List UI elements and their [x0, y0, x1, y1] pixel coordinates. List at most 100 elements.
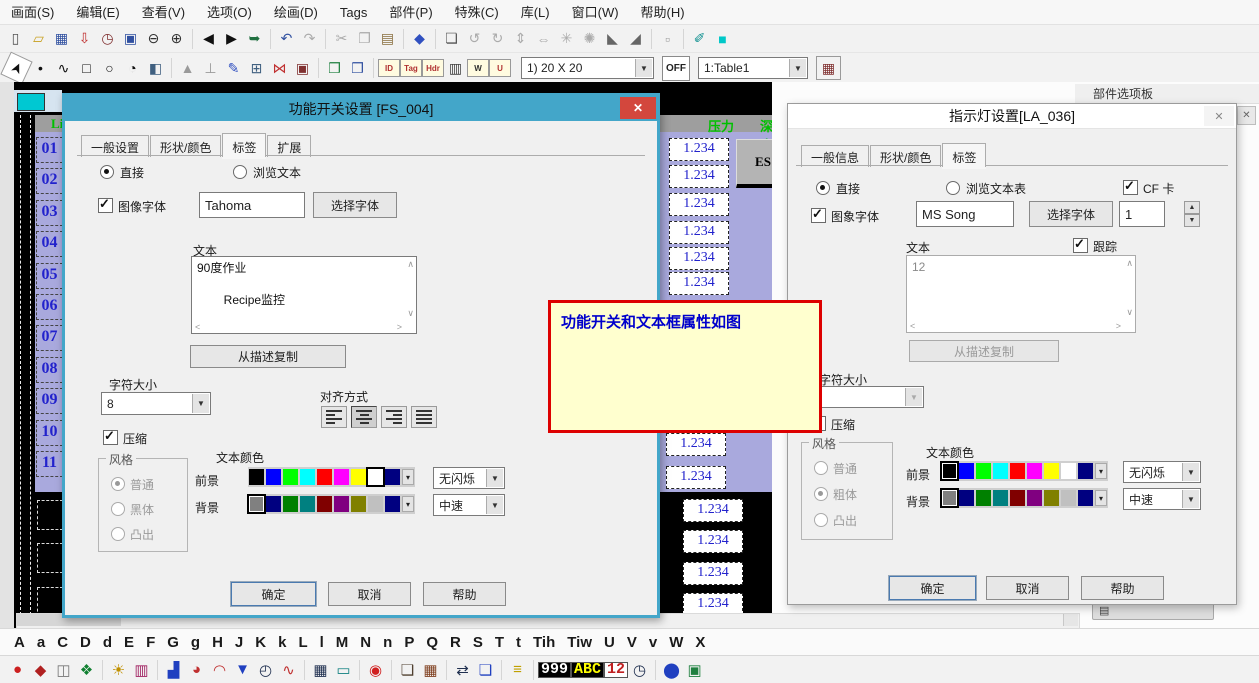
arc-tool-icon[interactable]: ◔ [121, 57, 144, 79]
ruler-tool-icon[interactable]: ⊥ [199, 57, 222, 79]
hdr-badge-icon[interactable]: Hdr [422, 59, 444, 77]
grid-icon[interactable]: ▫ [656, 28, 679, 50]
palette-more-button[interactable]: ▾ [402, 469, 414, 485]
close-icon[interactable]: ✕ [1204, 106, 1234, 126]
download-icon[interactable]: ⇩ [73, 28, 96, 50]
color-swatch[interactable] [976, 490, 991, 506]
menu-item[interactable]: 编辑(E) [65, 1, 130, 24]
bitmap-font-checkbox[interactable] [811, 208, 826, 223]
ok-button[interactable]: 确定 [889, 576, 976, 600]
letter-part-l[interactable]: l [320, 634, 324, 651]
letter-part-l[interactable]: L [298, 634, 307, 651]
chevron-down-icon[interactable]: ▼ [486, 469, 503, 487]
align-left-button[interactable] [321, 406, 347, 428]
color-swatch[interactable] [368, 469, 383, 485]
u-part-icon[interactable]: U [489, 59, 511, 77]
menu-item[interactable]: Tags [329, 1, 378, 24]
canvas-row-number[interactable]: 10 [36, 420, 63, 446]
color-swatch[interactable] [993, 490, 1008, 506]
textbox-tool-icon[interactable]: ⊞ [245, 57, 268, 79]
mirror-vertical-icon[interactable]: ⇕ [509, 28, 532, 50]
menu-item[interactable]: 部件(P) [378, 1, 443, 24]
letter-part-a[interactable]: a [37, 634, 45, 651]
help-button[interactable]: 帮助 [1081, 576, 1164, 600]
polyline-tool-icon[interactable]: ∿ [52, 57, 75, 79]
color-swatch[interactable] [1061, 463, 1076, 479]
font-name-input[interactable]: Tahoma [199, 192, 305, 218]
letter-part-k[interactable]: k [278, 634, 286, 651]
letter-part-x[interactable]: X [695, 634, 705, 651]
toggle-switch-part-icon[interactable]: ❖ [75, 659, 98, 681]
bg-flash-select[interactable]: 中速 ▼ [433, 494, 505, 516]
tab-label[interactable]: 标签 [222, 133, 266, 157]
date-display-part-icon[interactable]: 12 [604, 662, 628, 678]
parts-palette-header[interactable]: 部件选项板 [1075, 84, 1259, 104]
letter-part-h[interactable]: H [212, 634, 223, 651]
letter-part-j[interactable]: J [235, 634, 243, 651]
menu-item[interactable]: 画面(S) [0, 1, 65, 24]
chevron-down-icon[interactable]: ▼ [1182, 490, 1199, 508]
canvas-row-number[interactable]: 05 [36, 263, 63, 289]
align-justify-button[interactable] [411, 406, 437, 428]
canvas-row-number[interactable]: 04 [36, 231, 63, 257]
marker-tool-icon[interactable]: ✎ [222, 57, 245, 79]
color-swatch[interactable] [959, 490, 974, 506]
scroll-right-icon[interactable]: > [1116, 321, 1121, 331]
align-right-button[interactable] [381, 406, 407, 428]
letter-part-tih[interactable]: Tih [533, 634, 555, 651]
rotate-ccw-icon[interactable]: ↺ [463, 28, 486, 50]
numeric-value-part[interactable]: 1.234 [683, 562, 743, 585]
style-bold-radio[interactable] [111, 502, 125, 516]
color-swatch[interactable] [351, 496, 366, 512]
browse-text-table-radio[interactable] [946, 181, 960, 195]
logging-part-icon[interactable]: ❏ [396, 659, 419, 681]
letter-part-t[interactable]: T [495, 634, 504, 651]
copy-from-description-button[interactable]: 从描述复制 [190, 345, 346, 368]
track-checkbox[interactable] [1073, 238, 1088, 253]
half-pie-graph-part-icon[interactable]: ◠ [208, 659, 231, 681]
numeric-value-part[interactable]: 1.234 [669, 193, 729, 216]
color-swatch[interactable] [317, 469, 332, 485]
transfer-icon[interactable]: ▣ [119, 28, 142, 50]
copy-icon[interactable]: ❐ [353, 28, 376, 50]
scrollbar-arrow[interactable] [1063, 614, 1078, 626]
letter-part-u[interactable]: U [604, 634, 615, 651]
letter-part-t[interactable]: t [516, 634, 521, 651]
shape-part-icon[interactable]: ⬤ [660, 659, 683, 681]
expand-icon[interactable]: ✺ [578, 28, 601, 50]
letter-part-a[interactable]: A [14, 634, 25, 651]
scroll-left-icon[interactable]: < [910, 321, 915, 331]
letter-part-p[interactable]: P [404, 634, 414, 651]
scroll-down-icon[interactable]: ∨ [1126, 307, 1133, 318]
dialog-titlebar[interactable]: 指示灯设置[LA_036] [788, 104, 1236, 129]
letter-part-d[interactable]: d [103, 634, 112, 651]
canvas-row-number[interactable]: 03 [36, 200, 63, 226]
picture-part-icon[interactable]: ▣ [683, 659, 706, 681]
letter-part-k[interactable]: K [255, 634, 266, 651]
spin-down-icon[interactable]: ▼ [1184, 214, 1200, 227]
off-state-button[interactable]: OFF [662, 56, 690, 81]
paste-icon[interactable]: ▤ [376, 28, 399, 50]
table-select[interactable]: 1:Table1 ▼ [698, 57, 808, 79]
chevron-down-icon[interactable]: ▼ [905, 388, 922, 406]
alarm-part-icon[interactable]: ◉ [364, 659, 387, 681]
corner-a-icon[interactable]: ◣ [601, 28, 624, 50]
numeric-value-part[interactable]: 1.234 [669, 138, 729, 161]
table-edit-icon[interactable]: ▦ [816, 56, 841, 80]
new-screen-icon[interactable]: ▯ [4, 28, 27, 50]
grid-size-select[interactable]: 1) 20 X 20 ▼ [521, 57, 654, 79]
style-normal-radio[interactable] [814, 461, 828, 475]
color-swatch[interactable] [1078, 463, 1093, 479]
letter-part-d[interactable]: D [80, 634, 91, 651]
letter-part-c[interactable]: C [57, 634, 68, 651]
cancel-button[interactable]: 取消 [328, 582, 411, 606]
letter-part-q[interactable]: Q [426, 634, 438, 651]
fill-tool-icon[interactable]: ◧ [144, 57, 167, 79]
canvas-row-number[interactable]: 07 [36, 325, 63, 351]
color-swatch[interactable] [1027, 463, 1042, 479]
cancel-button[interactable]: 取消 [986, 576, 1069, 600]
align-center-button[interactable] [351, 406, 377, 428]
letter-part-f[interactable]: F [146, 634, 155, 651]
font-name-input[interactable]: MS Song [916, 201, 1014, 227]
tab-label[interactable]: 标签 [942, 143, 986, 167]
